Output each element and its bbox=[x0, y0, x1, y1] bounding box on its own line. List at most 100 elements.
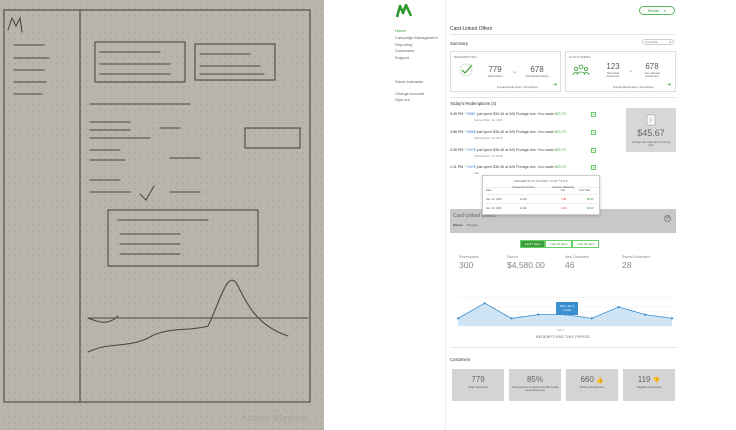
expand-icon[interactable]: + bbox=[591, 148, 596, 153]
customer-stat-recommend: 85% Total percent of customers that woul… bbox=[509, 369, 561, 401]
redemption-text: just spent $36.46 at 526 Portage Ave. Yo… bbox=[475, 130, 555, 134]
redemption-time: 1:11 PM bbox=[450, 165, 464, 169]
redemption-card-id[interactable]: **4378 bbox=[465, 165, 476, 169]
summary-heading: Summary bbox=[450, 41, 468, 46]
sketch-brand-label: Action Method bbox=[240, 412, 307, 424]
header-button[interactable]: Rentarr ✕ bbox=[639, 6, 675, 15]
redemption-row[interactable]: 2:36 PM **4378 just spent $36.46 at 526 … bbox=[450, 148, 566, 152]
chart-tooltip-title: Mon, Jan 4 bbox=[560, 304, 574, 308]
expand-icon[interactable]: + bbox=[591, 165, 596, 170]
close-icon: ✕ bbox=[663, 8, 667, 13]
customers-vs: vs bbox=[629, 69, 632, 73]
data-point[interactable] bbox=[644, 313, 647, 316]
average-value-card: $45.67 Average Net Value (this Incoming … bbox=[626, 108, 676, 152]
customer-stat-negative: 119 👎 Negative comments bbox=[623, 369, 675, 401]
redemption-total-claims: 779 bbox=[488, 65, 502, 74]
nav-item-campaign-management[interactable]: Campaign Management bbox=[395, 35, 438, 42]
tab-last-30-days[interactable]: Last 30 days bbox=[545, 240, 573, 248]
metric-value: 46 bbox=[565, 260, 575, 270]
metric-value: $4,580.00 bbox=[507, 260, 545, 270]
chart-tooltip-value: 2 sales bbox=[562, 309, 572, 312]
tooltip-cell: Jan. 04, 2016 bbox=[486, 198, 502, 201]
metric-repeat-customers: Repeat Customers 28 bbox=[622, 255, 650, 270]
nav-item-reporting[interactable]: Reporting bbox=[395, 42, 438, 49]
thumbs-up-icon: 👍 bbox=[596, 378, 604, 384]
graph-subtitle: Market bbox=[453, 223, 463, 227]
customer-stat-positive: 660 👍 Positive Responses bbox=[566, 369, 618, 401]
spacer bbox=[324, 0, 380, 430]
people-icon bbox=[572, 64, 590, 76]
redemption-time: 3:56 PM bbox=[450, 130, 464, 134]
sketch-drawing bbox=[3, 9, 311, 403]
redemption-claimed-date: Clai bbox=[474, 171, 479, 175]
data-point[interactable] bbox=[617, 305, 620, 309]
nav-item-home[interactable]: Home bbox=[395, 28, 438, 35]
customers-new-total-caption: New Total Customers bbox=[606, 71, 620, 79]
sign-out-link[interactable]: Sign out bbox=[395, 97, 424, 103]
data-point[interactable] bbox=[510, 317, 513, 320]
tooltip-col-fee: Groupon Marketing Fee bbox=[551, 186, 575, 192]
sidebar bbox=[380, 0, 446, 430]
account-name: Stock Indicadas bbox=[395, 79, 424, 84]
metric-label: Repeat Customers bbox=[622, 255, 651, 259]
metric-label: New Customers bbox=[565, 255, 590, 259]
metric-value: 300 bbox=[459, 260, 474, 270]
redemption-total-claims-caption: Total Claims bbox=[487, 74, 503, 78]
redemption-row[interactable]: 3:56 PM **5698 just spent $36.46 at 526 … bbox=[450, 130, 566, 134]
customers-card-link[interactable]: Popular Redemption Times/Days bbox=[613, 85, 654, 89]
tooltip-cell: $9.99 bbox=[587, 207, 594, 210]
chart-x-caption: JAN 4 bbox=[557, 329, 565, 332]
tab-last-7-days[interactable]: Last 7 days bbox=[520, 240, 546, 248]
redemption-card-id[interactable]: **9567 bbox=[465, 112, 476, 116]
customer-stat-value: 119 bbox=[637, 375, 651, 384]
redemption-amount: $20.70 bbox=[554, 112, 566, 116]
data-point[interactable] bbox=[670, 317, 674, 320]
gear-icon[interactable]: ⚙ bbox=[664, 215, 671, 222]
customer-stat-label: Total percent of customers that would re… bbox=[511, 385, 559, 393]
redemption-card-id[interactable]: **4378 bbox=[465, 148, 476, 152]
redemption-claimed-date: Claimed Dec. 13, 2016 bbox=[474, 136, 503, 140]
tooltip-col-date: Date bbox=[486, 189, 492, 192]
logo-icon[interactable] bbox=[396, 4, 412, 18]
tooltip-cell: 1.99 bbox=[561, 198, 567, 201]
metric-label: Redemptions bbox=[459, 255, 479, 259]
receipt-icon bbox=[646, 114, 656, 126]
period-tabs: Last 7 days Last 30 days Last 90 days bbox=[520, 240, 600, 248]
metric-label: Earned bbox=[507, 255, 518, 259]
redemption-row[interactable]: 1:11 PM **4378 just spent $36.46 at 526 … bbox=[450, 165, 566, 169]
thumbs-down-icon: 👎 bbox=[652, 378, 661, 384]
redemption-vs: vs bbox=[513, 70, 516, 74]
range-select[interactable]: 3 months ▾ bbox=[642, 39, 674, 45]
redemption-time: 2:36 PM bbox=[450, 148, 464, 152]
data-point[interactable] bbox=[483, 302, 486, 305]
redemptions-heading: Today's Redemptions (4) bbox=[450, 101, 497, 106]
page-title: Card-Linked Offers bbox=[450, 26, 493, 32]
customer-stat-value: 85% bbox=[526, 375, 543, 384]
expand-icon[interactable]: + bbox=[591, 112, 596, 117]
redemption-claimed-date: Claimed Dec. 13, 2016 bbox=[474, 118, 503, 122]
redemption-total-redemptions-caption: Total Redemptions bbox=[525, 74, 549, 78]
arrow-right-icon[interactable]: ➜ bbox=[553, 82, 557, 88]
tab-last-90-days[interactable]: Last 90 days bbox=[572, 240, 600, 248]
expand-icon[interactable]: + bbox=[591, 130, 596, 135]
arrow-right-icon[interactable]: ➜ bbox=[667, 82, 671, 88]
range-select-value: 3 months bbox=[645, 40, 658, 44]
redemption-amount: $20.70 bbox=[554, 148, 566, 152]
redemption-text: just spent $36.46 at 526 Portage Ave. Yo… bbox=[475, 165, 555, 169]
redemption-total-redemptions: 678 bbox=[530, 65, 544, 74]
redemption-card-link[interactable]: Popular Redemption Times/Days bbox=[497, 85, 538, 89]
tooltip-cell: 12.99 bbox=[520, 207, 527, 210]
sidebar-nav: Home Campaign Management Reporting Custo… bbox=[395, 28, 438, 62]
redemption-row[interactable]: 5:45 PM **9567 just spent $36.46 at 526 … bbox=[450, 112, 566, 116]
data-point[interactable] bbox=[537, 313, 540, 316]
customers-repeat: 678 bbox=[645, 62, 659, 71]
tooltip-title: REDEMPTION HISTORY FOR **4378 bbox=[514, 179, 568, 183]
data-point[interactable] bbox=[456, 317, 460, 320]
redemption-card-id[interactable]: **5698 bbox=[465, 130, 476, 134]
section-divider bbox=[450, 97, 676, 98]
data-point[interactable] bbox=[590, 317, 593, 320]
nav-item-support[interactable]: Support bbox=[395, 55, 438, 62]
nav-item-customers[interactable]: Customers bbox=[395, 48, 438, 55]
customer-stat-label: Total responses bbox=[468, 385, 488, 389]
chevron-down-icon: ▾ bbox=[669, 40, 671, 44]
